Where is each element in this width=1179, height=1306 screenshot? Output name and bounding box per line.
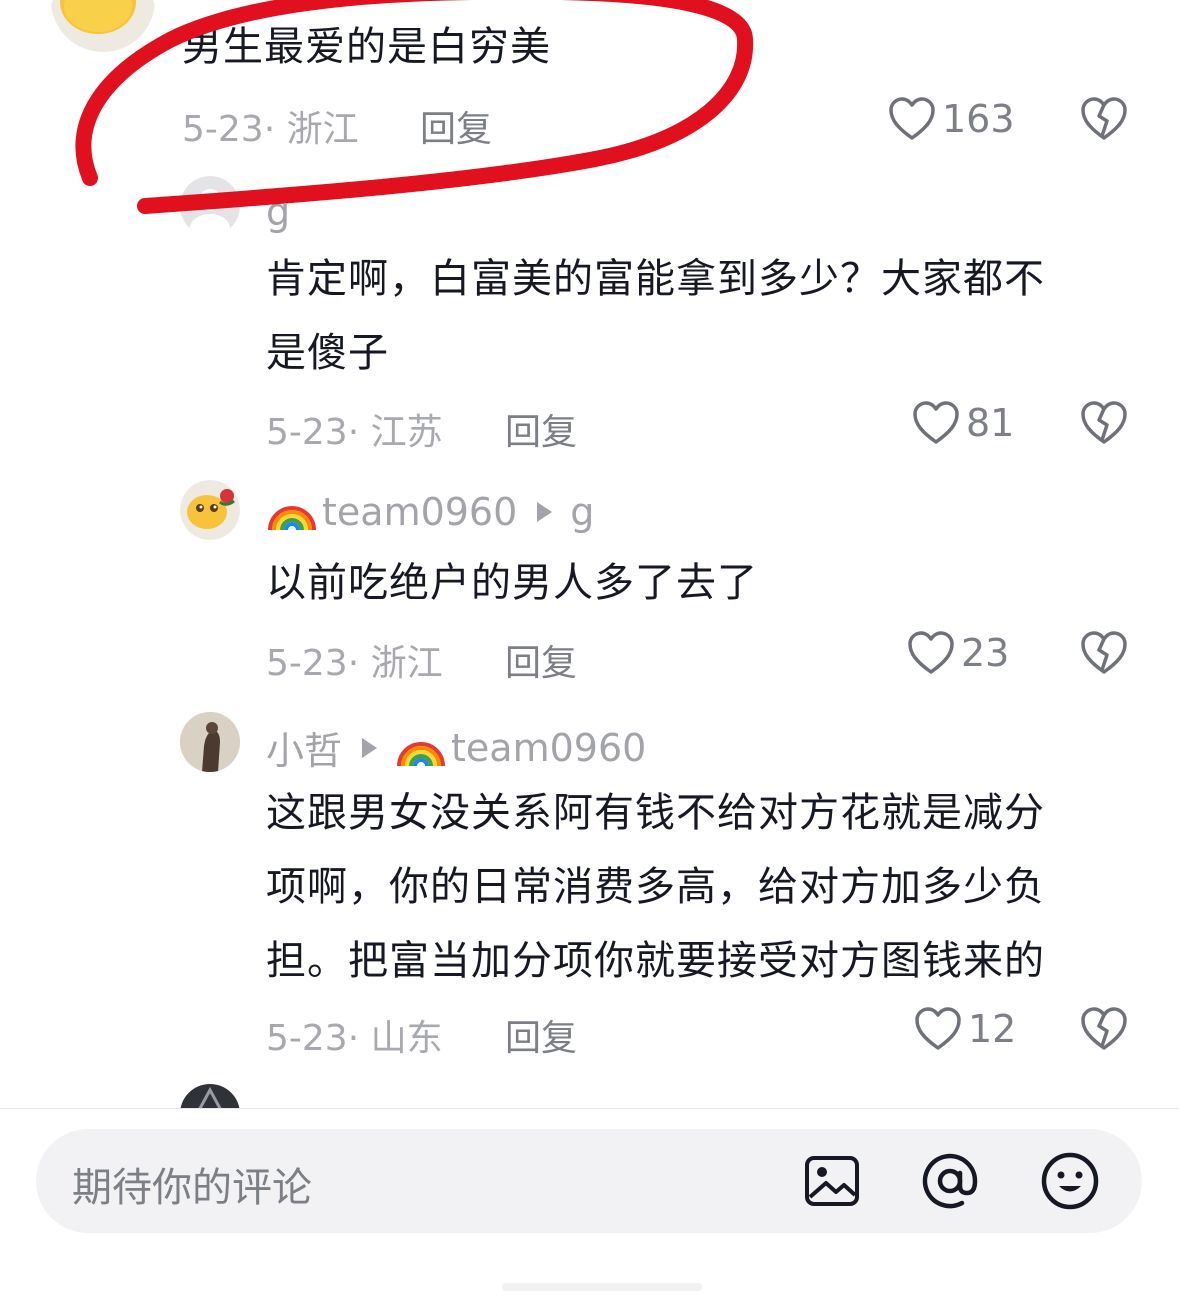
rainbow-emoji-icon [268,506,316,531]
username[interactable]: g [266,190,290,234]
default-avatar-icon [180,176,240,236]
at-mention-icon[interactable] [920,1151,980,1211]
user-avatar[interactable] [50,0,156,60]
like-count: 12 [968,1007,1017,1051]
photo-avatar-icon [180,712,240,772]
comment-thread-page: 男生最爱的是白穷美 5-23· 浙江 回复 163 g 肯定啊，白富美的富能拿到… [0,0,1179,1306]
smiley-flower-avatar-icon [51,0,155,52]
reply-to-username[interactable]: g [570,490,594,534]
reply-button[interactable]: 回复 [505,634,577,686]
username-text: 小哲 [266,729,343,773]
comment-date-location: 5-23· 江苏 [266,412,443,453]
comment-input[interactable]: 期待你的评论 [36,1129,1142,1233]
broken-heart-icon[interactable] [1080,400,1128,446]
comment-text: 男生最爱的是白穷美 [182,24,551,70]
username-text: g [266,190,291,234]
comment-text-line: 这跟男女没关系阿有钱不给对方花就是减分 [266,790,1045,836]
heart-outline-icon [889,97,935,140]
comment-date-location: 5-23· 浙江 [182,109,359,150]
emoji-icon[interactable] [1040,1151,1100,1211]
like-button[interactable]: 23 [907,630,1009,676]
comment-input-placeholder: 期待你的评论 [72,1165,312,1211]
image-icon[interactable] [802,1151,862,1211]
comment-text-line: 肯定啊，白富美的富能拿到多少？大家都不 [266,256,1045,302]
broken-heart-icon[interactable] [1080,630,1128,676]
like-button[interactable]: 12 [914,1006,1016,1052]
reply-arrow-icon [537,502,553,522]
smiley-flower-avatar-icon [180,480,240,540]
user-avatar[interactable] [180,712,240,772]
like-count: 23 [961,631,1010,675]
username-text: team0960 [322,490,518,534]
reply-button[interactable]: 回复 [420,100,492,152]
reply-to-username[interactable]: team0960 [451,726,646,770]
comment-text: 以前吃绝户的男人多了去了 [266,560,758,606]
rainbow-emoji-icon [397,741,446,766]
heart-outline-icon [913,401,959,444]
comment-text: 这跟男女没关系阿有钱不给对方花就是减分 项啊，你的日常消费多高，给对方加多少负 … [266,776,1045,998]
reply-button[interactable]: 回复 [505,403,577,455]
comment-text-line: 是傻子 [266,330,389,376]
heart-outline-icon [908,631,954,674]
like-button[interactable]: 163 [888,96,1015,142]
username[interactable]: team0960 g [266,490,594,534]
comment-text: 肯定啊，白富美的富能拿到多少？大家都不 是傻子 [266,242,1045,390]
home-indicator [502,1283,702,1291]
comment-text-line: 项啊，你的日常消费多高，给对方加多少负 [266,864,1045,910]
like-count: 81 [966,401,1015,445]
broken-heart-icon[interactable] [1080,1006,1128,1052]
comment-date-location: 5-23· 山东 [266,1018,443,1059]
reply-button[interactable]: 回复 [505,1009,577,1061]
like-button[interactable]: 81 [912,400,1014,446]
like-count: 163 [942,97,1015,141]
comment-date-location: 5-23· 浙江 [266,643,443,684]
heart-outline-icon [915,1007,961,1050]
comment-text-line: 担。把富当加分项你就要接受对方图钱来的 [266,938,1045,984]
user-avatar[interactable] [180,176,240,236]
user-avatar[interactable] [180,480,240,540]
reply-arrow-icon [362,737,378,758]
username[interactable]: 小哲 team0960 [266,720,646,775]
broken-heart-icon[interactable] [1080,96,1128,142]
comment-input-bar: 期待你的评论 [0,1108,1179,1306]
